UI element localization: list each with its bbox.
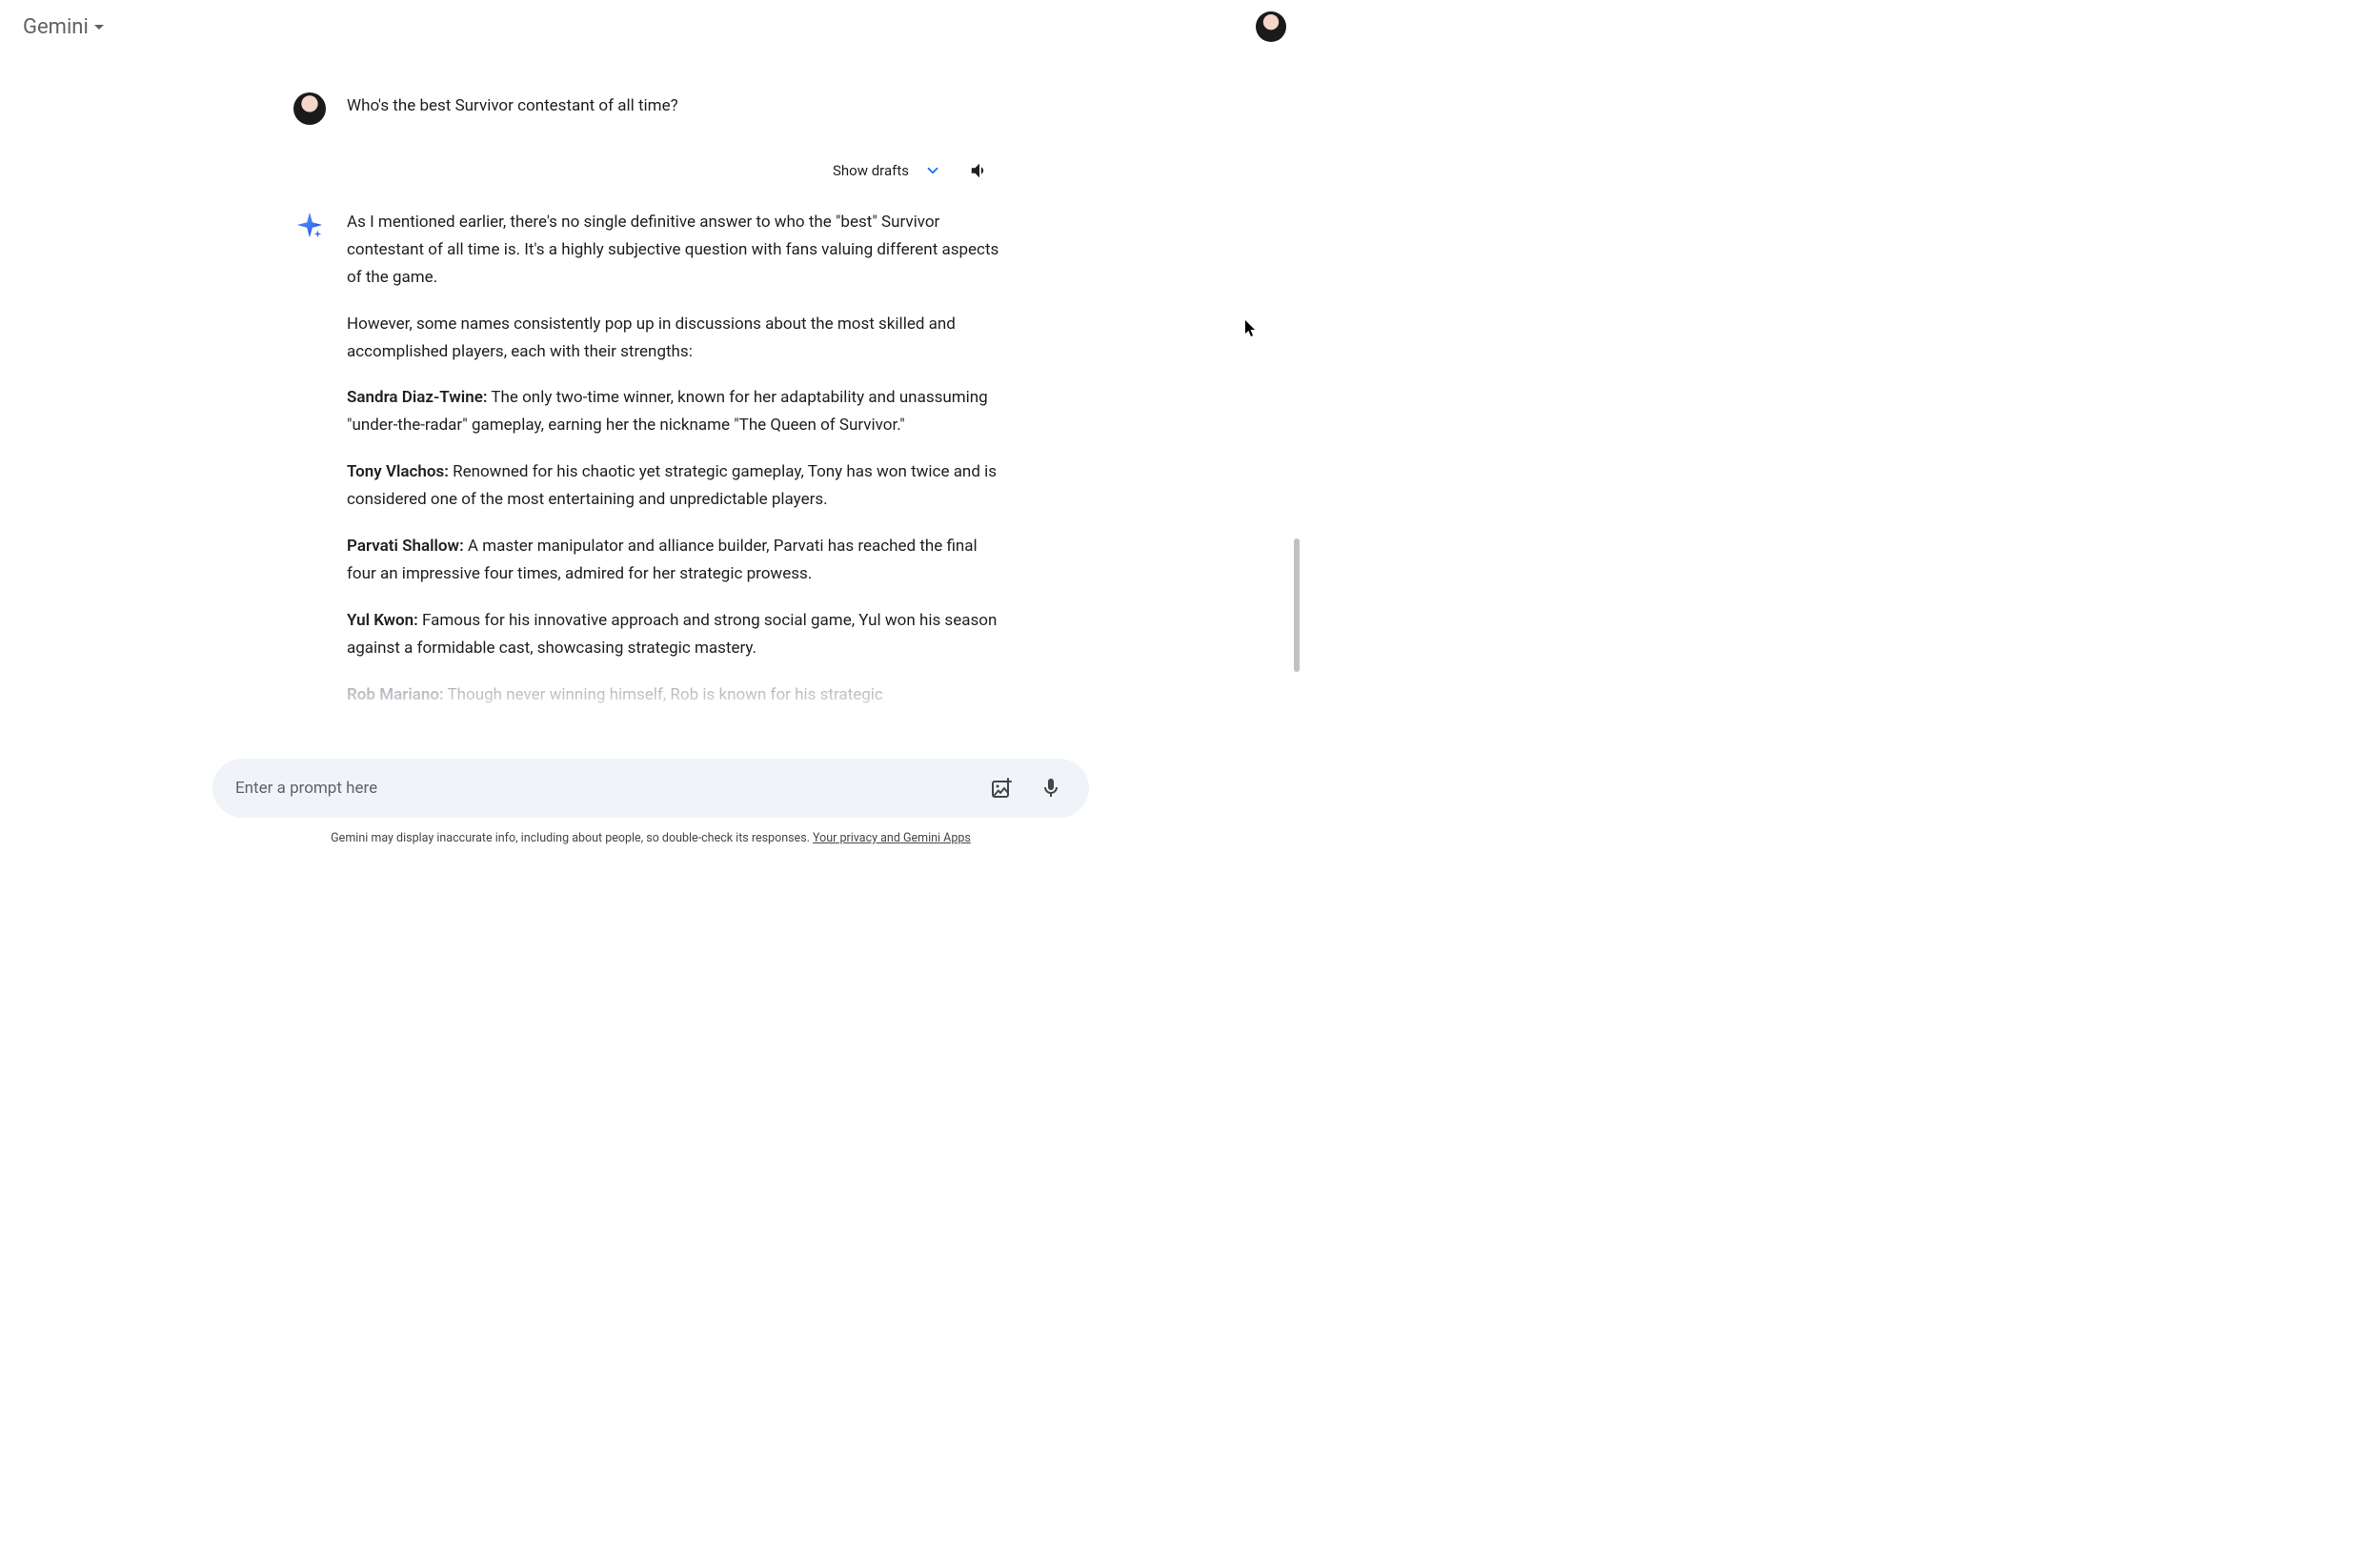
ai-response: As I mentioned earlier, there's no singl… xyxy=(293,209,1008,727)
header: Gemini xyxy=(0,0,1301,53)
disclaimer: Gemini may display inaccurate info, incl… xyxy=(212,831,1089,845)
profile-avatar[interactable] xyxy=(1256,11,1286,42)
conversation-area: Who's the best Survivor contestant of al… xyxy=(274,53,1027,731)
player-name: Tony Vlachos: xyxy=(347,462,449,481)
avatar-image xyxy=(1256,11,1286,42)
model-selector[interactable]: Gemini xyxy=(15,11,111,43)
gemini-star-icon xyxy=(293,209,326,241)
player-desc: Famous for his innovative approach and s… xyxy=(347,611,997,658)
user-message: Who's the best Survivor contestant of al… xyxy=(293,91,1008,125)
response-paragraph: However, some names consistently pop up … xyxy=(347,311,1008,366)
player-name: Parvati Shallow: xyxy=(347,537,464,556)
response-body: As I mentioned earlier, there's no singl… xyxy=(347,209,1008,727)
response-paragraph: As I mentioned earlier, there's no singl… xyxy=(347,209,1008,292)
caret-down-icon xyxy=(94,25,104,30)
show-drafts-button[interactable]: Show drafts xyxy=(833,162,941,179)
speaker-icon xyxy=(969,160,990,181)
player-name: Sandra Diaz-Twine: xyxy=(347,388,487,407)
voice-input-button[interactable] xyxy=(1030,767,1072,809)
player-desc: Though never winning himself, Rob is kno… xyxy=(444,685,883,704)
cursor-icon xyxy=(1245,320,1257,337)
upload-image-button[interactable] xyxy=(980,767,1022,809)
avatar-image xyxy=(293,92,326,125)
prompt-input-container xyxy=(212,759,1089,818)
prompt-input[interactable] xyxy=(235,779,980,798)
player-name: Rob Mariano: xyxy=(347,685,444,704)
model-name: Gemini xyxy=(23,15,89,39)
player-item: Yul Kwon: Famous for his innovative appr… xyxy=(347,607,1008,662)
player-item: Sandra Diaz-Twine: The only two-time win… xyxy=(347,384,1008,439)
player-item: Tony Vlachos: Renowned for his chaotic y… xyxy=(347,458,1008,514)
player-item: Parvati Shallow: A master manipulator an… xyxy=(347,533,1008,588)
read-aloud-button[interactable] xyxy=(960,152,998,190)
show-drafts-label: Show drafts xyxy=(833,162,909,179)
response-controls: Show drafts xyxy=(293,152,1008,190)
input-area: Gemini may display inaccurate info, incl… xyxy=(0,759,1301,855)
disclaimer-text: Gemini may display inaccurate info, incl… xyxy=(331,831,813,845)
chevron-down-icon xyxy=(924,162,941,179)
user-avatar xyxy=(293,92,326,125)
player-item: Rob Mariano: Though never winning himsel… xyxy=(347,681,1008,709)
player-name: Yul Kwon: xyxy=(347,611,418,630)
scrollbar-thumb[interactable] xyxy=(1294,538,1300,672)
user-prompt-text: Who's the best Survivor contestant of al… xyxy=(347,91,678,115)
microphone-icon xyxy=(1039,777,1062,800)
privacy-link[interactable]: Your privacy and Gemini Apps xyxy=(813,831,971,845)
image-add-icon xyxy=(990,777,1013,800)
